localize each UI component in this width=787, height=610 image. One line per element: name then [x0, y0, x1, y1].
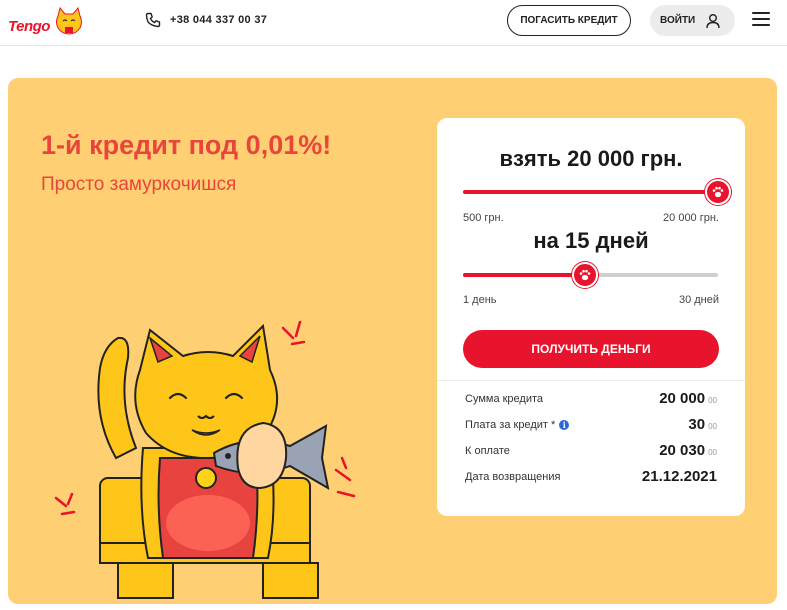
phone-icon [145, 12, 161, 28]
summary-value-cents: 00 [708, 448, 717, 457]
summary-row: Дата возвращения 21.12.2021 [465, 468, 717, 488]
summary-row: К оплате 20 030 00 [465, 442, 717, 462]
amount-slider-fill [463, 190, 718, 194]
summary-row: Плата за кредит * i 30 00 [465, 416, 717, 436]
term-slider-fill [463, 273, 586, 277]
summary-label: Дата возвращения [465, 471, 560, 483]
logo-text: Tengo [8, 18, 50, 35]
summary-value-text: 21.12.2021 [641, 468, 717, 485]
summary-row: Сумма кредита 20 000 00 [465, 390, 717, 410]
hero-subtitle: Просто замуркочишся [41, 174, 237, 195]
summary-label: К оплате [465, 445, 510, 457]
amount-slider[interactable] [463, 179, 731, 205]
summary-value-cents: 00 [708, 422, 717, 431]
summary-value-cents: 00 [708, 396, 717, 405]
info-icon[interactable]: i [559, 420, 570, 430]
summary-label-text: Плата за кредит * [465, 419, 556, 431]
login-button[interactable]: ВОЙТИ [650, 5, 735, 36]
summary-value: 20 000 00 [659, 390, 717, 407]
summary-label: Плата за кредит * i [465, 419, 570, 431]
amount-slider-handle[interactable] [705, 179, 731, 205]
tengo-logo[interactable]: Tengo [8, 6, 82, 40]
lucky-cat-illustration [54, 320, 356, 599]
summary-value: 30 00 [688, 416, 717, 433]
user-icon [706, 13, 720, 28]
site-header: Tengo +38 044 337 00 37 ПОГАСИТЬ КРЕДИТ … [0, 0, 787, 46]
summary-value: 20 030 00 [659, 442, 717, 459]
term-min-label: 1 день [463, 294, 497, 306]
divider [437, 380, 745, 381]
term-slider-handle[interactable] [572, 262, 599, 288]
term-title: на 15 дней [533, 228, 649, 253]
repay-credit-button[interactable]: ПОГАСИТЬ КРЕДИТ [507, 5, 631, 36]
summary-value-text: 20 000 [659, 390, 706, 407]
summary-value-text: 30 [688, 416, 706, 433]
hero-title: 1-й кредит под 0,01%! [41, 130, 332, 160]
phone-number[interactable]: +38 044 337 00 37 [170, 14, 267, 26]
summary-value-text: 20 030 [659, 442, 706, 459]
summary-value: 21.12.2021 [642, 468, 717, 485]
phone-contact[interactable]: +38 044 337 00 37 [145, 12, 267, 28]
amount-title: взять 20 000 грн. [499, 146, 683, 171]
term-max-label: 30 дней [678, 294, 719, 306]
summary-label-text: Сумма кредита [465, 393, 544, 405]
amount-min-label: 500 грн. [463, 212, 504, 224]
login-label: ВОЙТИ [660, 15, 696, 26]
loan-calculator-card: взять 20 000 грн. 500 грн. 20 000 грн. н… [437, 118, 745, 516]
cat-logo-icon [56, 6, 82, 35]
summary-label-text: Дата возвращения [465, 471, 561, 483]
summary-label: Сумма кредита [465, 393, 543, 405]
amount-max-label: 20 000 грн. [663, 212, 719, 224]
paw-icon [712, 186, 724, 198]
term-slider[interactable] [463, 262, 718, 288]
hamburger-menu-icon[interactable] [752, 12, 770, 28]
get-money-button[interactable]: ПОЛУЧИТЬ ДЕНЬГИ [463, 330, 719, 368]
paw-icon [580, 269, 591, 281]
summary-label-text: К оплате [465, 445, 510, 457]
